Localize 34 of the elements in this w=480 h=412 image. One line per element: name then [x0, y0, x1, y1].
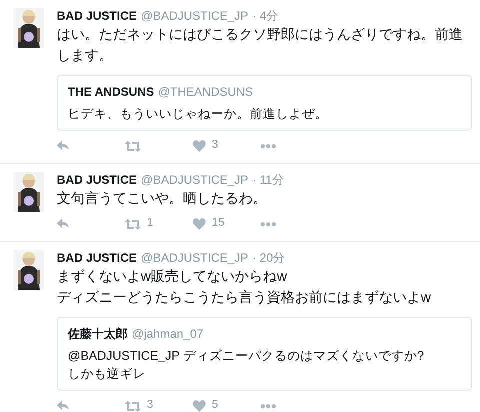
- quoted-tweet-text: @BADJUSTICE_JP ディズニーパクるのはマズくないですか? しかも逆ギレ: [68, 348, 426, 383]
- retweet-icon[interactable]: [125, 218, 141, 230]
- quoted-user-name: 佐藤十太郎: [68, 326, 128, 342]
- more-icon[interactable]: [261, 144, 276, 148]
- user-name[interactable]: BAD JUSTICE: [57, 250, 138, 266]
- tweet-text: はい。ただネットにはびこるクソ野郎にはうんざりですね。前進します。: [57, 25, 464, 65]
- reply-icon[interactable]: [57, 219, 69, 229]
- user-handle: @BADJUSTICE_JP: [141, 8, 249, 24]
- more-icon[interactable]: [261, 404, 276, 408]
- quoted-user-handle: @jahman_07: [132, 326, 204, 342]
- quoted-tweet-text: ヒデキ、もういいじゃねーか。前進しよぜ。: [68, 106, 329, 123]
- user-handle: @BADJUSTICE_JP: [141, 250, 249, 266]
- tweet-text: 文句言うてこいや。晒したるわ。: [57, 189, 268, 208]
- quoted-tweet[interactable]: 佐藤十太郎 @jahman_07 @BADJUSTICE_JP ディズニーパクるのはマズくないですか? しかも逆ギレ: [57, 317, 472, 391]
- quoted-user-handle: @THEANDSUNS: [158, 84, 254, 100]
- user-handle: @BADJUSTICE_JP: [141, 172, 249, 188]
- user-name[interactable]: BAD JUSTICE: [57, 8, 138, 24]
- retweet-count: 1: [147, 216, 154, 232]
- retweet-icon[interactable]: [125, 400, 141, 412]
- quoted-tweet[interactable]: THE ANDSUNS @THEANDSUNS ヒデキ、もういいじゃねーか。前進しよぜ。: [57, 75, 472, 131]
- like-count: 3: [212, 138, 218, 154]
- more-icon[interactable]: [261, 222, 276, 226]
- heart-icon[interactable]: [193, 400, 206, 412]
- reply-icon[interactable]: [57, 401, 69, 411]
- user-name[interactable]: BAD JUSTICE: [57, 172, 138, 188]
- tweet-text: まずくないよw販売してないからねw ディズニーどうたらこうたら言う資格お前にはまずないよw: [57, 267, 432, 307]
- heart-icon[interactable]: [193, 140, 206, 152]
- heart-icon[interactable]: [193, 218, 206, 230]
- quoted-user-name: THE ANDSUNS: [68, 84, 154, 100]
- retweet-count: 3: [147, 398, 154, 412]
- like-count: 15: [212, 216, 225, 232]
- reply-icon[interactable]: [57, 141, 69, 151]
- like-count: 5: [212, 398, 218, 412]
- retweet-icon[interactable]: [125, 140, 141, 152]
